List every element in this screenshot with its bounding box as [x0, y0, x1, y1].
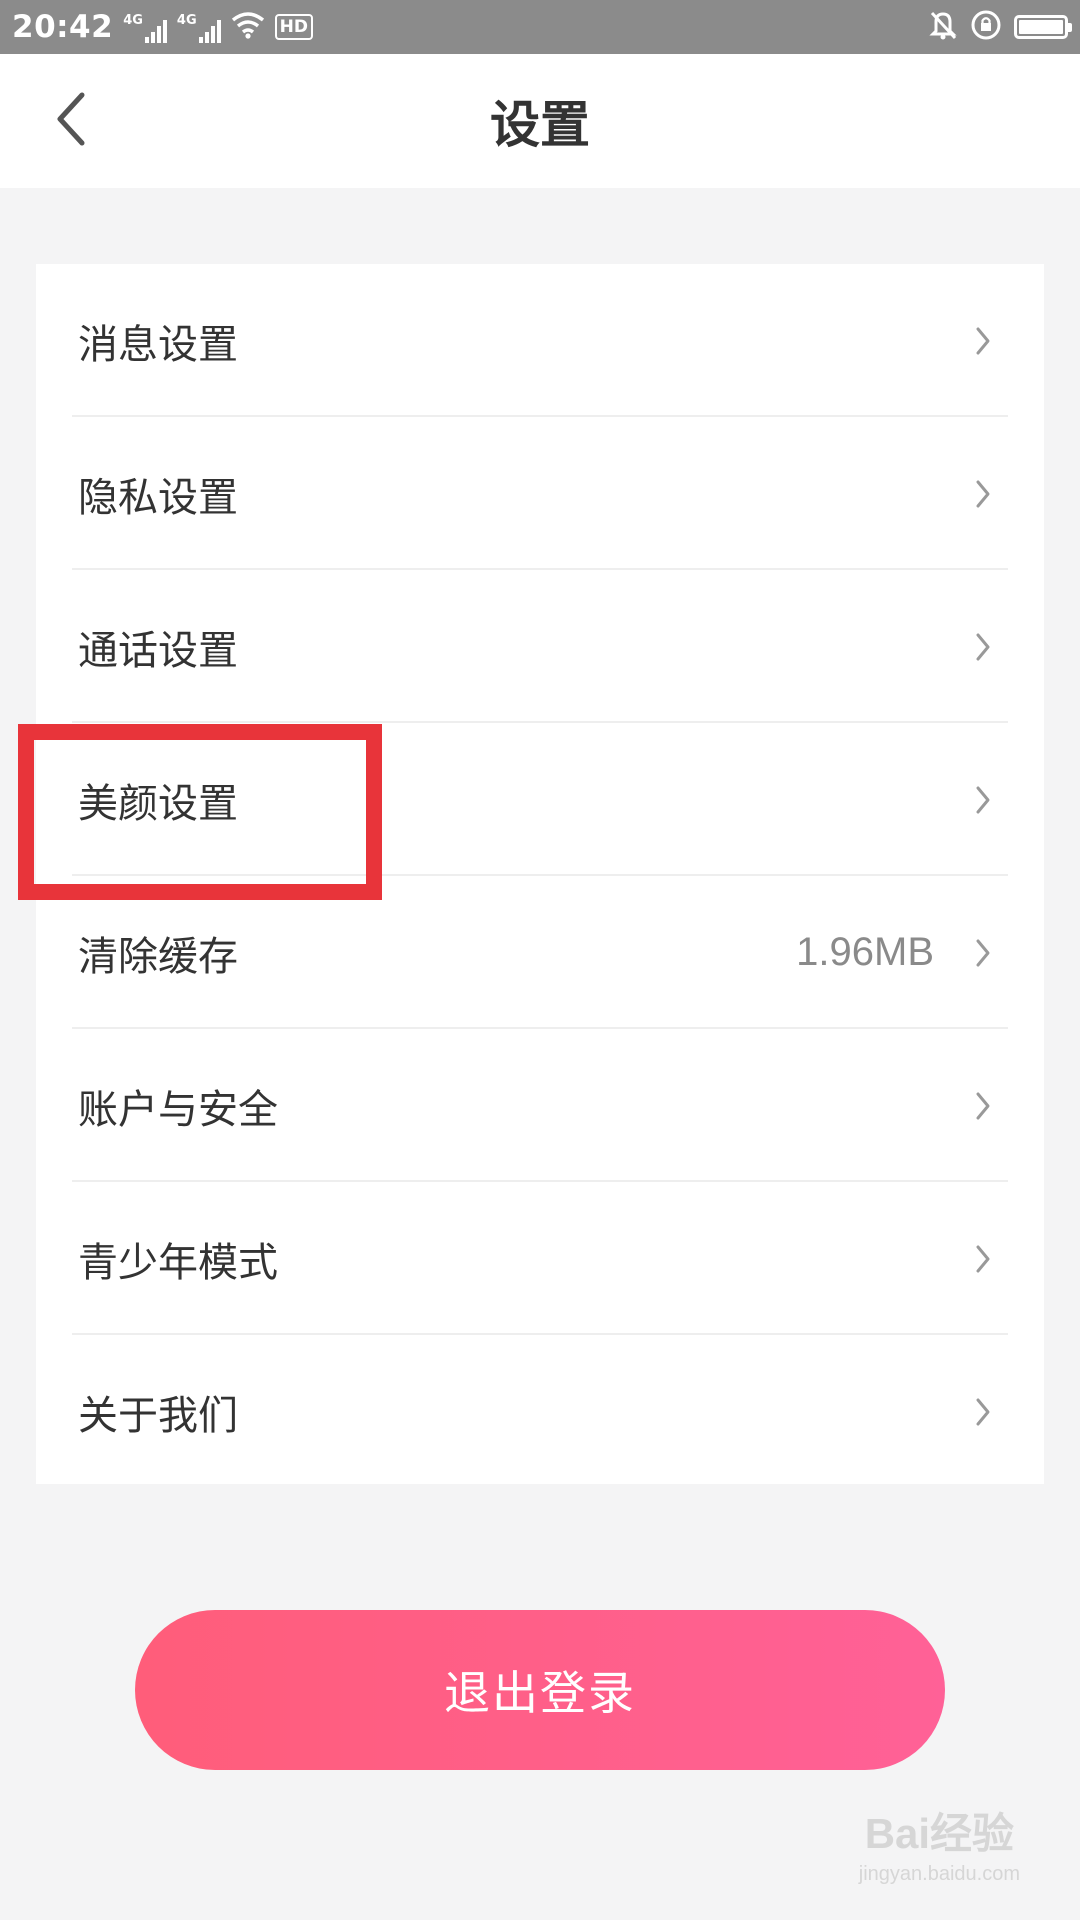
signal-icon-2: 4G: [177, 11, 221, 43]
chevron-right-icon: [972, 935, 994, 971]
settings-item-privacy[interactable]: 隐私设置: [36, 417, 1044, 570]
settings-item-label: 关于我们: [78, 1392, 238, 1439]
watermark-brand: Bai经验: [864, 1810, 1015, 1857]
settings-item-teen-mode[interactable]: 青少年模式: [36, 1182, 1044, 1335]
network-type-label-2: 4G: [176, 13, 197, 28]
settings-item-label: 通话设置: [78, 627, 238, 674]
settings-item-label: 账户与安全: [78, 1086, 278, 1133]
status-left: 20:42 4G 4G HD: [12, 9, 313, 45]
chevron-right-icon: [972, 629, 994, 665]
page-title: 设置: [490, 96, 590, 154]
settings-screen: 20:42 4G 4G HD 设置 消息设置 隐私设置 通话设置 美颜设置 清除…: [0, 0, 1080, 1920]
status-right: [928, 9, 1072, 45]
settings-item-label: 消息设置: [78, 321, 238, 368]
wifi-icon: [231, 11, 265, 43]
logout-button[interactable]: 退出登录: [135, 1610, 945, 1770]
signal-bars: [144, 19, 167, 43]
cache-size-value: 1.96MB: [796, 930, 934, 974]
chevron-right-icon: [972, 1394, 994, 1430]
status-time: 20:42: [12, 9, 114, 45]
chevron-right-icon: [972, 476, 994, 512]
settings-item-beauty[interactable]: 美颜设置: [36, 723, 1044, 876]
settings-item-label: 美颜设置: [78, 780, 238, 827]
hd-icon: HD: [274, 14, 313, 40]
mute-bell-icon: [928, 9, 958, 45]
chevron-right-icon: [972, 1088, 994, 1124]
settings-list: 消息设置 隐私设置 通话设置 美颜设置 清除缓存 1.96MB 账户与安全 青少…: [36, 264, 1044, 1484]
chevron-right-icon: [972, 323, 994, 359]
battery-level: [1019, 20, 1063, 34]
battery-icon: [1014, 15, 1072, 39]
chevron-right-icon: [972, 1241, 994, 1277]
chevron-right-icon: [972, 782, 994, 818]
rotation-lock-icon: [970, 9, 1002, 45]
watermark-url: jingyan.baidu.com: [858, 1863, 1020, 1885]
settings-item-call[interactable]: 通话设置: [36, 570, 1044, 723]
back-button[interactable]: [36, 86, 106, 156]
settings-item-message[interactable]: 消息设置: [36, 264, 1044, 417]
settings-item-account-security[interactable]: 账户与安全: [36, 1029, 1044, 1182]
watermark: Bai经验 jingyan.baidu.com: [859, 1800, 1020, 1886]
signal-icon: 4G: [123, 11, 167, 43]
signal-bars-2: [198, 19, 221, 43]
settings-item-about[interactable]: 关于我们: [36, 1335, 1044, 1488]
settings-item-label: 青少年模式: [78, 1239, 278, 1286]
status-bar: 20:42 4G 4G HD: [0, 0, 1080, 54]
top-nav-bar: 设置: [0, 54, 1080, 188]
network-type-label: 4G: [123, 13, 143, 28]
settings-item-clear-cache[interactable]: 清除缓存 1.96MB: [36, 876, 1044, 1029]
settings-item-label: 清除缓存: [78, 933, 238, 980]
chevron-left-icon: [54, 91, 88, 151]
settings-item-label: 隐私设置: [78, 474, 238, 521]
